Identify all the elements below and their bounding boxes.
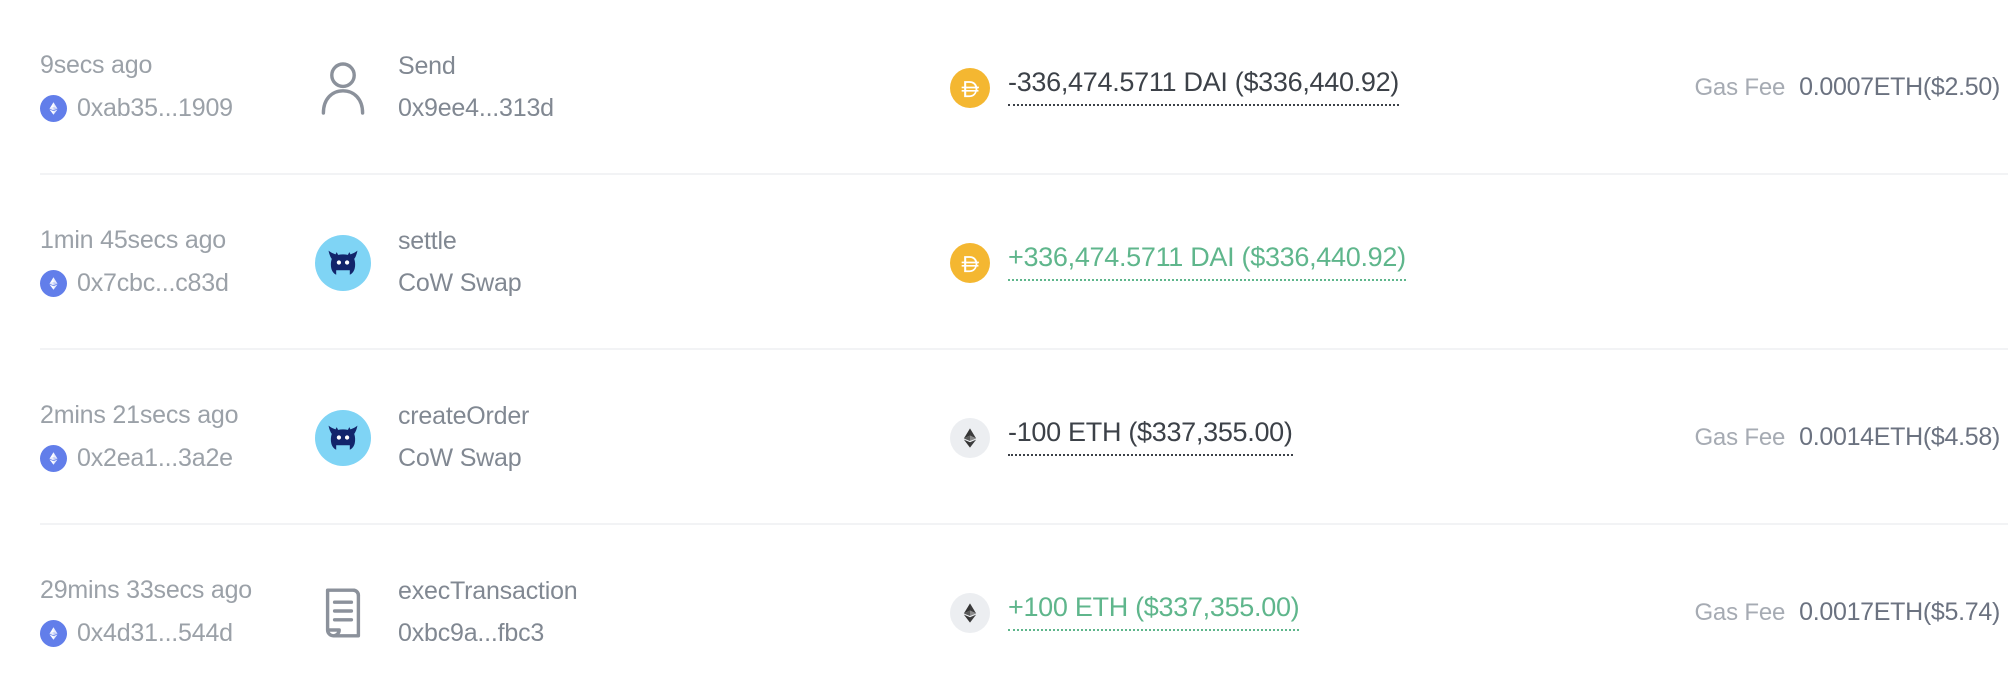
gas-fee-value: 0.0017ETH($5.74) bbox=[1799, 598, 2000, 626]
eth-token-icon bbox=[950, 592, 990, 633]
method-icon-wrapper bbox=[314, 234, 372, 292]
method-text-group: settle CoW Swap bbox=[398, 227, 522, 296]
transaction-amount-label[interactable]: -336,474.5711 DAI ($336,440.92) bbox=[1008, 69, 1399, 106]
gas-fee-label: Gas Fee bbox=[1694, 424, 1786, 451]
method-sub-label[interactable]: CoW Swap bbox=[398, 446, 529, 471]
method-icon-wrapper bbox=[314, 409, 372, 467]
person-icon bbox=[319, 60, 367, 116]
eth-token-icon bbox=[950, 417, 990, 458]
transaction-hash-link[interactable]: 0x4d31...544d bbox=[40, 620, 310, 647]
ethereum-icon bbox=[40, 95, 67, 122]
gas-fee-cell: Gas Fee 0.0014ETH($4.58) bbox=[1694, 423, 2008, 452]
method-text-group: execTransaction 0xbc9a...fbc3 bbox=[398, 579, 578, 646]
table-row[interactable]: 29mins 33secs ago 0x4d31...544d execTransa… bbox=[0, 525, 2008, 688]
method-name-label: settle bbox=[398, 227, 457, 255]
transaction-method-cell: execTransaction 0xbc9a...fbc3 bbox=[310, 579, 950, 646]
transaction-hash-link[interactable]: 0x2ea1...3a2e bbox=[40, 445, 310, 472]
gas-fee-label: Gas Fee bbox=[1694, 74, 1786, 101]
dai-token-icon bbox=[950, 67, 990, 108]
cow-swap-icon bbox=[315, 234, 371, 291]
method-sub-label[interactable]: 0x9ee4...313d bbox=[398, 96, 554, 121]
method-sub-label[interactable]: 0xbc9a...fbc3 bbox=[398, 621, 578, 646]
dai-token-icon bbox=[950, 242, 990, 283]
transaction-time-cell: 29mins 33secs ago 0x4d31...544d bbox=[40, 578, 310, 647]
transaction-hash-label: 0x7cbc...c83d bbox=[77, 269, 229, 297]
time-ago-label: 9secs ago bbox=[40, 51, 153, 79]
table-row[interactable]: 9secs ago 0xab35...1909 Send 0x9ee4...313d -… bbox=[0, 0, 2008, 175]
gas-fee-cell: Gas Fee 0.0017ETH($5.74) bbox=[1694, 598, 2008, 627]
transaction-hash-link[interactable]: 0xab35...1909 bbox=[40, 95, 310, 122]
ethereum-icon bbox=[40, 620, 67, 647]
transaction-amount-cell: +336,474.5711 DAI ($336,440.92) bbox=[950, 242, 1895, 283]
gas-fee-cell: Gas Fee 0.0007ETH($2.50) bbox=[1694, 73, 2008, 102]
transaction-time-cell: 9secs ago 0xab35...1909 bbox=[40, 53, 310, 122]
time-ago-label: 29mins 33secs ago bbox=[40, 576, 253, 604]
transaction-method-cell: settle CoW Swap bbox=[310, 229, 950, 296]
transaction-time-cell: 2mins 21secs ago 0x2ea1...3a2e bbox=[40, 403, 310, 472]
method-icon-wrapper bbox=[314, 59, 372, 117]
time-ago-label: 2mins 21secs ago bbox=[40, 401, 239, 429]
transaction-hash-label: 0x2ea1...3a2e bbox=[77, 444, 233, 472]
method-name-label: createOrder bbox=[398, 402, 530, 430]
gas-fee-value: 0.0007ETH($2.50) bbox=[1799, 73, 2000, 101]
method-sub-label[interactable]: CoW Swap bbox=[398, 271, 522, 296]
method-icon-wrapper bbox=[314, 584, 372, 642]
transaction-hash-label: 0xab35...1909 bbox=[77, 94, 233, 122]
transaction-amount-cell: +100 ETH ($337,355.00) bbox=[950, 592, 1694, 633]
transaction-time-cell: 1min 45secs ago 0x7cbc...c83d bbox=[40, 228, 310, 297]
method-text-group: Send 0x9ee4...313d bbox=[398, 54, 554, 121]
cow-swap-icon bbox=[315, 409, 371, 466]
table-row[interactable]: 1min 45secs ago 0x7cbc...c83d settle CoW Sw… bbox=[0, 175, 2008, 350]
document-icon bbox=[319, 585, 367, 641]
transaction-method-cell: createOrder CoW Swap bbox=[310, 404, 950, 471]
transaction-hash-link[interactable]: 0x7cbc...c83d bbox=[40, 270, 310, 297]
transaction-amount-label[interactable]: +336,474.5711 DAI ($336,440.92) bbox=[1008, 244, 1406, 281]
method-text-group: createOrder CoW Swap bbox=[398, 404, 529, 471]
table-row[interactable]: 2mins 21secs ago 0x2ea1...3a2e createOrder… bbox=[0, 350, 2008, 525]
gas-fee-value: 0.0014ETH($4.58) bbox=[1799, 423, 2000, 451]
transaction-amount-label[interactable]: -100 ETH ($337,355.00) bbox=[1008, 419, 1293, 456]
transaction-amount-cell: -100 ETH ($337,355.00) bbox=[950, 417, 1694, 458]
time-ago-label: 1min 45secs ago bbox=[40, 226, 227, 254]
gas-fee-label: Gas Fee bbox=[1694, 599, 1786, 626]
ethereum-icon bbox=[40, 270, 67, 297]
transaction-method-cell: Send 0x9ee4...313d bbox=[310, 54, 950, 121]
transaction-amount-cell: -336,474.5711 DAI ($336,440.92) bbox=[950, 67, 1694, 108]
ethereum-icon bbox=[40, 445, 67, 472]
transaction-list: 9secs ago 0xab35...1909 Send 0x9ee4...313d -… bbox=[0, 0, 2008, 688]
method-name-label: execTransaction bbox=[398, 577, 578, 605]
method-name-label: Send bbox=[398, 52, 456, 80]
transaction-hash-label: 0x4d31...544d bbox=[77, 619, 233, 647]
transaction-amount-label[interactable]: +100 ETH ($337,355.00) bbox=[1008, 594, 1300, 631]
